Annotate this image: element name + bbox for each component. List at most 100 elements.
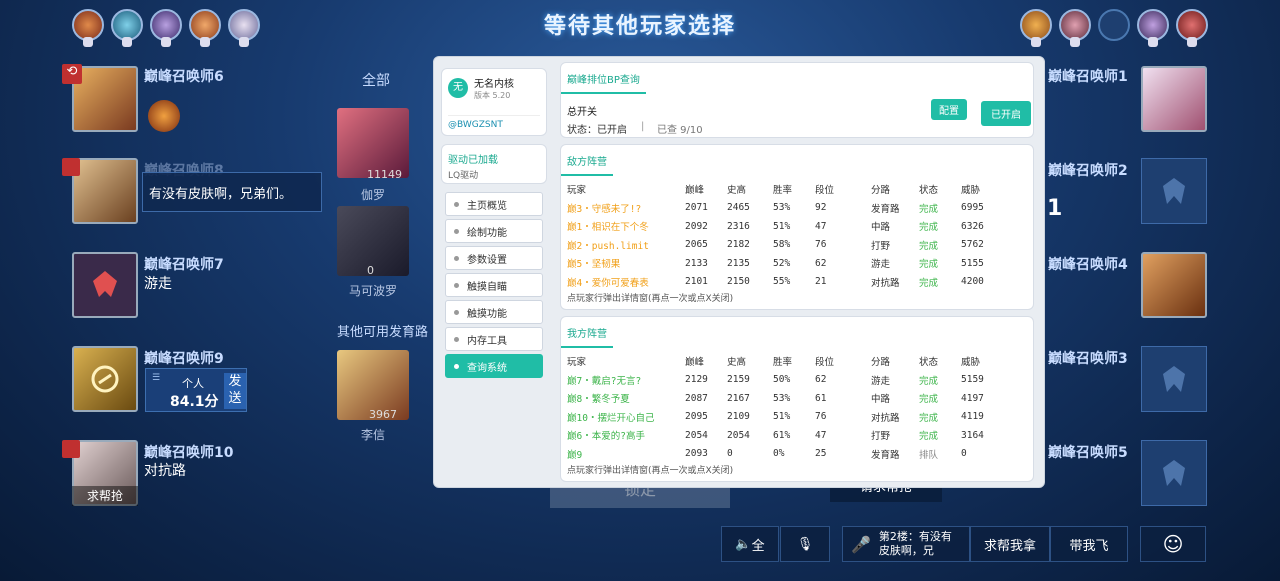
table-cell: 排队 [919,449,939,461]
menu-draw[interactable]: 绘制功能 [445,219,543,243]
table-cell: 51% [773,220,791,232]
hero-card[interactable]: 11149 伽罗 [337,108,409,202]
ask-take-button[interactable]: 求帮我拿 [970,526,1050,562]
table-cell: 发育路 [871,203,900,215]
mic-button[interactable]: 🎙 [780,526,830,562]
menu-list: 主页概览 绘制功能 参数设置 触摸自瞄 触摸功能 内存工具 查询系统 [441,190,547,378]
swap-icon[interactable] [62,440,80,458]
table-cell: 巅9 [567,449,583,461]
help-tag: 求帮抢 [72,486,138,506]
table-cell: 2101 [685,276,708,288]
table-cell: 92 [815,202,827,214]
empty-slot-icon [1141,440,1207,506]
swap-icon[interactable]: ⟲ [62,64,82,84]
player-slot-right[interactable] [1141,66,1207,132]
column-header: 胜率 [773,357,793,369]
player-slot-right[interactable] [1141,346,1207,412]
table-cell: 51% [773,411,791,423]
table-cell: 62 [815,374,827,386]
mic-muted-icon: 🎙 [796,536,814,552]
bp-switch-label: 总开关 [567,107,597,118]
column-header: 史高 [727,185,747,197]
column-header: 状态 [919,357,939,369]
player-slot-right[interactable] [1141,252,1207,318]
emoji-button[interactable]: ☺ [1140,526,1206,562]
table-cell: 6995 [961,202,984,214]
table-cell: 完成 [919,412,939,424]
hero-count: 11149 [367,168,402,181]
table-row[interactable]: 巅2・push.limit 2065 2182 58% 76 打野 完成 5762 [563,236,997,255]
player-slot-left[interactable] [72,158,138,224]
column-header: 段位 [815,357,835,369]
table-cell: 61 [815,392,827,404]
column-header: 威胁 [961,357,981,369]
bp-status: 状态：已开启 [567,125,627,136]
table-cell: 53% [773,202,791,214]
role-icon [72,252,138,318]
table-cell: 游走 [871,259,891,271]
table-row[interactable]: 巅3・守感未了!? 2071 2465 53% 92 发育路 完成 6995 [563,199,997,218]
table-cell: 完成 [919,375,939,387]
speaker-label: 全 [751,538,765,554]
table-cell: 2095 [685,411,708,423]
top-avatar [1020,9,1052,47]
table-row[interactable]: 巅4・爱你可爱春表 2101 2150 55% 21 对抗路 完成 4200 [563,273,997,292]
player-name: 巅峰召唤师1 [1048,69,1128,85]
hero-card[interactable]: 3967 李信 [337,350,409,442]
player-slot-left[interactable]: 求帮抢 [72,440,138,506]
config-button[interactable]: 配置 [931,99,967,120]
menu-query[interactable]: 查询系统 [445,354,543,378]
lock-icon [1070,37,1080,47]
table-cell: 61% [773,429,791,441]
enabled-button[interactable]: 已开启 [981,101,1031,126]
table-row[interactable]: 巅1・相识在下个冬 2092 2316 51% 47 中路 完成 6326 [563,217,997,236]
table-row[interactable]: 巅6・本爱的?高手 2054 2054 61% 47 打野 完成 3164 [563,426,997,445]
score-box: ☰ 个人 84.1分 发送 [145,368,247,412]
menu-params[interactable]: 参数设置 [445,246,543,270]
table-row[interactable]: 巅8・繁冬予夏 2087 2167 53% 61 中路 完成 4197 [563,389,997,408]
table-cell: 游走 [871,375,891,387]
table-cell: 中路 [871,222,891,234]
send-button[interactable]: 发送 [224,373,246,409]
column-header: 胜率 [773,185,793,197]
overlay-main: 巅峰排位BP查询 总开关 状态：已开启 | 已查 9/10 配置 已开启 敌方阵… [560,62,1034,482]
menu-memory[interactable]: 内存工具 [445,327,543,351]
column-header: 威胁 [961,185,981,197]
column-header: 玩家 [567,185,587,197]
hero-card[interactable]: 0 马可波罗 [337,206,409,298]
player-slot-right[interactable] [1141,158,1207,224]
menu-touch[interactable]: 触摸功能 [445,300,543,324]
voice-chat-box[interactable]: 🎤 第2楼：有没有皮肤啊，兄 [842,526,970,562]
table-cell: 完成 [919,222,939,234]
avatar [1141,66,1207,132]
table-cell: 2133 [685,257,708,269]
top-avatar [1059,9,1091,47]
table-row[interactable]: 巅5・坚韧果 2133 2135 52% 62 游走 完成 5155 [563,254,997,273]
table-row[interactable]: 巅10・摆烂开心自己 2095 2109 51% 76 对抗路 完成 4119 [563,408,997,427]
empty-slot-icon [1141,158,1207,224]
speaker-button[interactable]: 🔈 全 [721,526,779,562]
carry-me-button[interactable]: 带我飞 [1050,526,1128,562]
table-cell: 2316 [727,220,750,232]
player-slot-left[interactable] [72,252,138,318]
table-row[interactable]: 巅9 2093 0 0% 25 发育路 排队 0 [563,445,997,464]
tab-all[interactable]: 全部 [362,70,390,90]
player-slot-left[interactable] [72,346,138,412]
top-avatar [72,9,104,47]
brand-version: 版本 5.20 [474,91,511,100]
table-cell: 5159 [961,374,984,386]
player-slot-right[interactable] [1141,440,1207,506]
table-cell: 55% [773,276,791,288]
player-name: 巅峰召唤师3 [1048,351,1128,367]
side-number: 1 [1047,196,1063,221]
empty-slot-icon [1141,346,1207,412]
table-cell: 打野 [871,431,891,443]
menu-aim[interactable]: 触摸自瞄 [445,273,543,297]
menu-home[interactable]: 主页概览 [445,192,543,216]
table-row[interactable]: 巅7・戴启?无言? 2129 2159 50% 62 游走 完成 5159 [563,371,997,390]
swap-icon[interactable] [62,158,80,176]
ally-card: 我方阵营 玩家 巅峰 史高 胜率 段位 分路 状态 威胁 巅7・戴启?无言? 2129 2159 5… [560,316,1034,482]
table-cell: 2054 [685,429,708,441]
table-cell: 2135 [727,257,750,269]
table-cell: 0% [773,448,785,460]
